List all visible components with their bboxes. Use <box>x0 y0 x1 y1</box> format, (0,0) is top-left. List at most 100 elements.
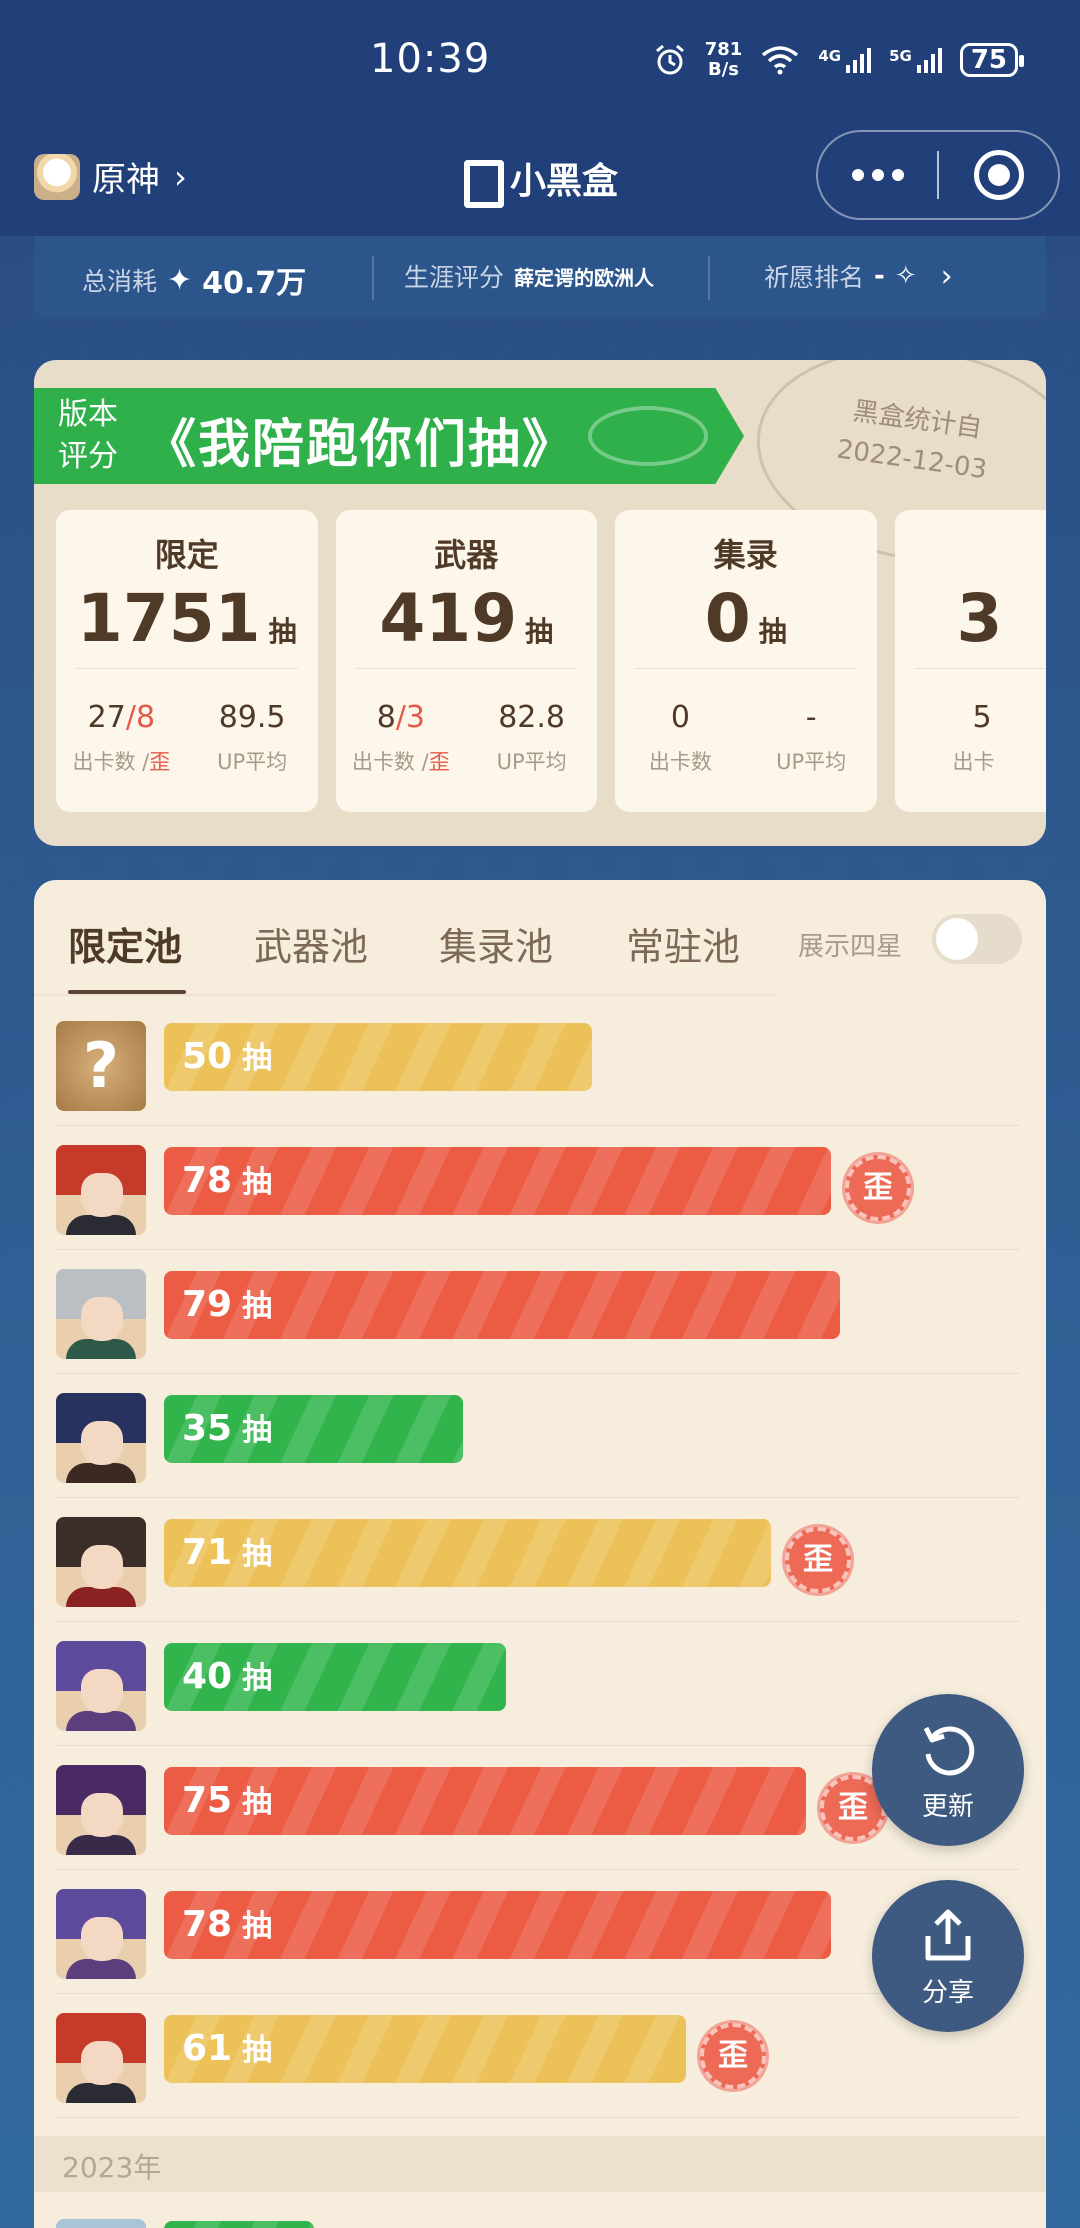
primogem-icon: ✦ <box>167 262 193 298</box>
network-speed-value: 781 <box>704 39 743 60</box>
miniapp-capsule <box>816 130 1060 220</box>
off-banner-badge: 歪 <box>785 1527 851 1593</box>
stat-count: 0抽 <box>704 580 787 657</box>
stat-cards-label: 出卡 <box>952 750 995 774</box>
off-banner-badge: 歪 <box>700 2023 766 2089</box>
pull-unit: 抽 <box>242 1909 273 1944</box>
pull-bar: 71 抽 <box>164 1519 771 1587</box>
list-item[interactable]: 61 抽 歪 <box>34 1994 1046 2118</box>
signal-5g-icon: 5G <box>889 47 942 73</box>
pull-bar: 61 抽 <box>164 2015 686 2083</box>
share-label: 分享 <box>921 1978 974 2008</box>
list-item[interactable]: 71 抽 歪 <box>34 1498 1046 1622</box>
signal-5g-label: 5G <box>889 47 912 65</box>
alarm-icon <box>655 44 684 75</box>
stat-card-chronicled[interactable]: 集录 0抽 0 - 出卡数 UP平均 <box>615 510 877 812</box>
list-item[interactable]: 79 抽 <box>34 1250 1046 1374</box>
wish-rank-label: 祈愿排名 <box>764 263 865 292</box>
pool-card: 限定池 武器池 集录池 常驻池 展示四星 ? 50 抽 78 抽歪 79 抽 35 抽 71 抽歪 4… <box>34 880 1046 2228</box>
pull-count: 61 <box>182 2028 233 2069</box>
battery-icon: 75 <box>959 43 1025 77</box>
total-consumption-value: 40.7万 <box>202 266 307 301</box>
close-miniapp-button[interactable] <box>939 132 1058 218</box>
stat-cards-label: 出卡数 /歪 <box>351 750 450 774</box>
version-card: 黑盒统计自 2022-12-03 版本评分 《我陪跑你们抽》 限定 1751 抽 … <box>34 360 1046 846</box>
pull-bar: 78 抽 <box>164 1147 831 1215</box>
stat-cards: 27/8 <box>87 700 156 735</box>
refresh-icon <box>923 1726 975 1776</box>
pull-count: 40 <box>182 1656 233 1697</box>
pull-unit: 抽 <box>242 1041 273 1076</box>
wifi-icon <box>762 46 799 75</box>
status-icons: 781 B/s 4G 5G 75 <box>653 39 1025 80</box>
stat-card-limited[interactable]: 限定 1751 抽 27/8 89.5 出卡数 /歪 UP平均 <box>56 510 318 812</box>
character-avatar <box>56 1269 146 1359</box>
show-four-star-toggle[interactable] <box>932 914 1022 964</box>
pull-unit: 抽 <box>242 1165 273 1200</box>
career-score-value: 薛定谔的欧洲人 <box>514 265 655 290</box>
off-banner-badge: 歪 <box>845 1155 911 1221</box>
chevron-right-icon: › <box>174 157 187 196</box>
refresh-label: 更新 <box>921 1792 974 1822</box>
pull-count: 71 <box>182 1532 233 1573</box>
tab-standard-pool[interactable]: 常驻池 <box>626 916 740 971</box>
more-button[interactable] <box>818 132 937 218</box>
stat-cards: 0 <box>670 700 690 735</box>
summary-strip: 总消耗 ✦ 40.7万 生涯评分 薛定谔的欧洲人 祈愿排名 - ✧ › <box>34 236 1046 318</box>
tab-weapon-pool[interactable]: 武器池 <box>254 916 368 971</box>
pull-bar: 75 抽 <box>164 1767 806 1835</box>
list-item[interactable]: ? 50 抽 <box>34 1002 1046 1126</box>
stat-up-average: 82.8 <box>498 700 566 735</box>
stat-name: 武器 <box>434 536 499 574</box>
character-avatar <box>56 1889 146 1979</box>
pull-count: 78 <box>182 1904 233 1945</box>
total-consumption: 总消耗 ✦ 40.7万 <box>82 258 306 302</box>
stat-name: 限定 <box>154 536 219 574</box>
share-button[interactable]: 分享 <box>872 1880 1024 2032</box>
tab-limited-pool[interactable]: 限定池 <box>68 916 182 971</box>
stat-up-average-label: UP平均 <box>217 750 288 774</box>
pull-unit: 抽 <box>242 1785 273 1820</box>
stat-cards-label: 出卡数 <box>648 750 712 774</box>
status-bar: 10:39 781 B/s 4G 5G 75 <box>0 0 1080 128</box>
stat-cards: 8/3 <box>376 700 426 735</box>
pull-unit: 抽 <box>242 1661 273 1696</box>
pull-unit: 抽 <box>242 1413 273 1448</box>
character-avatar <box>56 1393 146 1483</box>
chevron-right-icon: › <box>940 258 953 294</box>
list-item[interactable]: 78 抽 歪 <box>34 1126 1046 1250</box>
signal-4g-label: 4G <box>818 47 842 65</box>
list-item[interactable] <box>34 2200 1046 2228</box>
stat-count: 1751 抽 <box>76 580 297 657</box>
character-avatar <box>56 2013 146 2103</box>
game-selector[interactable]: 原神 › <box>34 152 187 201</box>
question-mark-icon: ? <box>56 1021 146 1111</box>
stat-card-weapon[interactable]: 武器 419 抽 8/3 82.8 出卡数 /歪 UP平均 <box>335 510 597 812</box>
pull-count: 50 <box>182 1036 233 1077</box>
character-avatar <box>56 2219 146 2228</box>
pull-bar <box>164 2221 314 2228</box>
refresh-button[interactable]: 更新 <box>872 1694 1024 1846</box>
list-item[interactable]: 35 抽 <box>34 1374 1046 1498</box>
total-consumption-label: 总消耗 <box>82 267 158 296</box>
tab-chronicled-pool[interactable]: 集录池 <box>439 916 553 971</box>
game-name: 原神 <box>92 160 160 200</box>
stat-up-average: 89.5 <box>218 700 286 735</box>
character-avatar <box>56 1517 146 1607</box>
pull-unit: 抽 <box>242 1289 273 1324</box>
stat-name: 集录 <box>713 536 778 574</box>
pull-bar: 79 抽 <box>164 1271 840 1339</box>
pull-bar: 50 抽 <box>164 1023 592 1091</box>
pull-unit: 抽 <box>242 2033 273 2068</box>
stat-up-average: - <box>805 700 817 735</box>
page-title-text: 小黑盒 <box>510 161 619 202</box>
stat-row: 限定 1751 抽 27/8 89.5 出卡数 /歪 UP平均 武器 419 抽 8… <box>56 510 1046 812</box>
year-label: 2023年 <box>62 2151 162 2184</box>
pull-bar: 35 抽 <box>164 1395 463 1463</box>
wish-rank[interactable]: 祈愿排名 - ✧ › <box>764 258 953 294</box>
version-tag: 版本评分 <box>58 397 118 474</box>
version-title: 《我陪跑你们抽》 <box>144 415 577 475</box>
stat-card-standard[interactable]: 3 5 出卡 <box>894 510 1046 812</box>
sparkle-icon: ✧ <box>894 261 917 291</box>
page-title: 小黑盒 <box>462 152 619 208</box>
